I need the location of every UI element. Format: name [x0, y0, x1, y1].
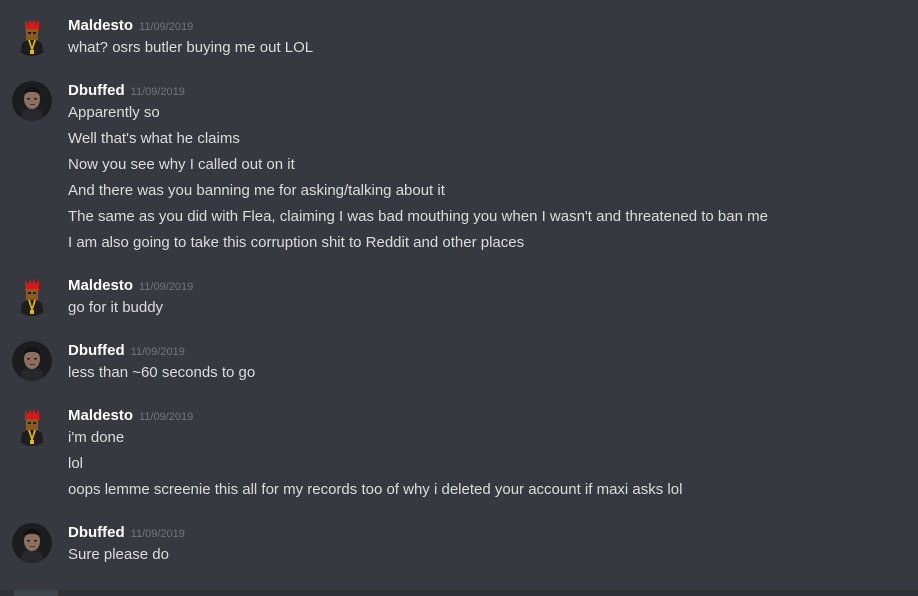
avatar[interactable]: [12, 406, 52, 446]
message-header: Maldesto 11/09/2019: [68, 276, 193, 296]
message-input-edge: [0, 590, 918, 596]
username[interactable]: Dbuffed: [68, 342, 125, 359]
timestamp: 11/09/2019: [130, 528, 185, 540]
avatar[interactable]: [12, 341, 52, 381]
timestamp: 11/09/2019: [130, 346, 185, 358]
message-lines: less than ~60 seconds to go: [68, 362, 255, 388]
red-hair-character-avatar-icon: [12, 276, 52, 316]
dark-portrait-avatar-icon: [12, 523, 52, 563]
username[interactable]: Maldesto: [68, 277, 133, 294]
avatar[interactable]: [12, 16, 52, 56]
timestamp: 11/09/2019: [139, 281, 194, 293]
timestamp: 11/09/2019: [130, 86, 185, 98]
message-text: oops lemme screenie this all for my reco…: [68, 481, 683, 498]
message-header: Dbuffed 11/09/2019: [68, 523, 185, 543]
message-lines: Sure please do: [68, 544, 169, 570]
message-lines: what? osrs butler buying me out LOL: [68, 37, 313, 63]
message-text: what? osrs butler buying me out LOL: [68, 39, 314, 56]
username[interactable]: Maldesto: [68, 17, 133, 34]
input-edge-segment: [14, 590, 58, 596]
avatar[interactable]: [12, 523, 52, 563]
message-lines: Apparently so Well that's what he claims…: [68, 102, 768, 258]
message-header: Dbuffed 11/09/2019: [68, 341, 185, 361]
message-text: Now you see why I called out on it: [68, 156, 295, 173]
username[interactable]: Dbuffed: [68, 524, 125, 541]
message-text: I am also going to take this corruption …: [68, 234, 525, 251]
red-hair-character-avatar-icon: [12, 16, 52, 56]
message-text: lol: [68, 455, 84, 472]
message-text: less than ~60 seconds to go: [68, 364, 256, 381]
message-header: Maldesto 11/09/2019: [68, 406, 193, 426]
message-header: Dbuffed 11/09/2019: [68, 81, 185, 101]
dark-portrait-avatar-icon: [12, 81, 52, 121]
message-text: And there was you banning me for asking/…: [68, 182, 445, 199]
timestamp: 11/09/2019: [139, 411, 194, 423]
red-hair-character-avatar-icon: [12, 406, 52, 446]
message-text: go for it buddy: [68, 299, 164, 316]
message-text: i'm done: [68, 429, 125, 446]
username[interactable]: Dbuffed: [68, 82, 125, 99]
message-text: Sure please do: [68, 546, 169, 563]
message-lines: i'm done lol oops lemme screenie this al…: [68, 427, 682, 505]
message-text: The same as you did with Flea, claiming …: [68, 208, 768, 225]
avatar[interactable]: [12, 276, 52, 316]
message-text: Apparently so: [68, 104, 160, 121]
avatar[interactable]: [12, 81, 52, 121]
message-text: Well that's what he claims: [68, 130, 240, 147]
timestamp: 11/09/2019: [139, 21, 194, 33]
message-lines: go for it buddy: [68, 297, 163, 323]
dark-portrait-avatar-icon: [12, 341, 52, 381]
username[interactable]: Maldesto: [68, 407, 133, 424]
message-header: Maldesto 11/09/2019: [68, 16, 193, 36]
chat-messages: Maldesto 11/09/2019 what? osrs butler buy…: [0, 0, 918, 596]
